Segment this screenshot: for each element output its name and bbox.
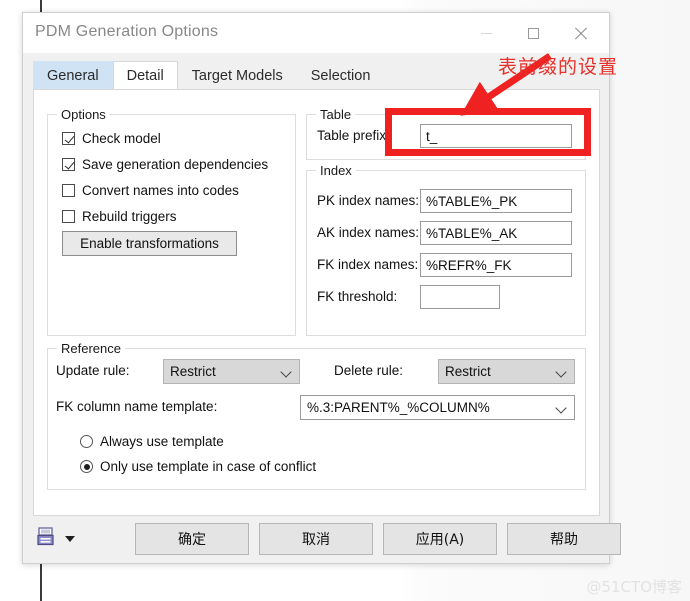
- ak-index-names-label: AK index names:: [317, 225, 420, 240]
- table-group: Table Table prefix: t_: [306, 107, 586, 160]
- reference-group-title: Reference: [57, 341, 125, 356]
- radio-label: Only use template in case of conflict: [100, 459, 317, 474]
- table-prefix-label: Table prefix:: [317, 128, 390, 143]
- options-group-title: Options: [57, 107, 110, 122]
- checkbox-label: Convert names into codes: [82, 183, 239, 198]
- close-button[interactable]: [557, 13, 603, 53]
- checkbox-icon: [62, 184, 75, 197]
- tab-selection[interactable]: Selection: [297, 61, 385, 90]
- checkbox-rebuild-triggers[interactable]: Rebuild triggers: [62, 209, 177, 224]
- window-title: PDM Generation Options: [35, 23, 219, 40]
- index-group-title: Index: [316, 163, 356, 178]
- fk-threshold-label: FK threshold:: [317, 289, 398, 304]
- table-group-title: Table: [316, 107, 356, 122]
- options-group: Options Check model Save generation depe…: [47, 107, 296, 336]
- radio-only-use-template-in-case-of-conflict[interactable]: Only use template in case of conflict: [80, 459, 316, 474]
- pk-index-names-label: PK index names:: [317, 193, 420, 208]
- pdm-generation-options-dialog: PDM Generation Options General Detail Ta…: [22, 12, 621, 564]
- delete-rule-value: Restrict: [445, 364, 491, 379]
- radio-label: Always use template: [100, 434, 224, 449]
- checkbox-icon: [62, 132, 75, 145]
- chevron-down-icon: [282, 368, 290, 376]
- index-group: Index PK index names: %TABLE%_PK AK inde…: [306, 163, 586, 336]
- ak-index-names-input[interactable]: %TABLE%_AK: [420, 221, 572, 245]
- print-icon[interactable]: [37, 527, 57, 547]
- chevron-down-icon: [557, 404, 565, 412]
- fk-index-names-input[interactable]: %REFR%_FK: [420, 253, 572, 277]
- radio-always-use-template[interactable]: Always use template: [80, 434, 224, 449]
- tab-page-detail: Options Check model Save generation depe…: [33, 89, 600, 516]
- checkbox-icon: [62, 158, 75, 171]
- fk-column-name-template-value: %.3:PARENT%_%COLUMN%: [307, 400, 490, 415]
- maximize-button[interactable]: [510, 13, 556, 53]
- tab-general[interactable]: General: [33, 61, 113, 90]
- dialog-footer: 确定 取消 应用(A) 帮助: [23, 515, 621, 563]
- close-icon: [574, 27, 587, 40]
- fk-column-name-template-dropdown[interactable]: %.3:PARENT%_%COLUMN%: [300, 395, 575, 420]
- fk-index-names-label: FK index names:: [317, 257, 419, 272]
- checkbox-label: Save generation dependencies: [82, 157, 269, 172]
- checkbox-check-model[interactable]: Check model: [62, 131, 161, 146]
- checkbox-icon: [62, 210, 75, 223]
- update-rule-value: Restrict: [170, 364, 216, 379]
- apply-button[interactable]: 应用(A): [383, 523, 497, 555]
- chevron-down-icon: [557, 368, 565, 376]
- checkbox-convert-names-into-codes[interactable]: Convert names into codes: [62, 183, 239, 198]
- ok-button[interactable]: 确定: [135, 523, 249, 555]
- enable-transformations-button[interactable]: Enable transformations: [62, 231, 237, 256]
- update-rule-label: Update rule:: [56, 363, 130, 378]
- maximize-icon: [527, 27, 539, 39]
- checkbox-save-generation-dependencies[interactable]: Save generation dependencies: [62, 157, 268, 172]
- checkbox-label: Rebuild triggers: [82, 209, 177, 224]
- annotation-text: 表前缀的设置: [498, 56, 619, 78]
- watermark: @51CTO博客: [586, 578, 682, 596]
- fk-column-name-template-label: FK column name template:: [56, 399, 218, 414]
- radio-icon: [80, 460, 93, 473]
- tab-target-models[interactable]: Target Models: [178, 61, 297, 90]
- delete-rule-dropdown[interactable]: Restrict: [438, 359, 575, 384]
- fk-threshold-input[interactable]: [420, 285, 500, 309]
- delete-rule-label: Delete rule:: [334, 363, 404, 378]
- title-bar: PDM Generation Options: [23, 13, 609, 54]
- chevron-down-icon[interactable]: [65, 536, 75, 542]
- minimize-icon: [480, 32, 492, 34]
- checkbox-label: Check model: [82, 131, 161, 146]
- radio-icon: [80, 435, 93, 448]
- reference-group: Reference Update rule: Restrict Delete r…: [47, 341, 586, 490]
- table-prefix-input[interactable]: t_: [420, 124, 572, 148]
- update-rule-dropdown[interactable]: Restrict: [163, 359, 300, 384]
- tab-detail[interactable]: Detail: [112, 61, 178, 91]
- cancel-button[interactable]: 取消: [259, 523, 373, 555]
- minimize-button[interactable]: [463, 13, 509, 53]
- help-button[interactable]: 帮助: [507, 523, 621, 555]
- pk-index-names-input[interactable]: %TABLE%_PK: [420, 189, 572, 213]
